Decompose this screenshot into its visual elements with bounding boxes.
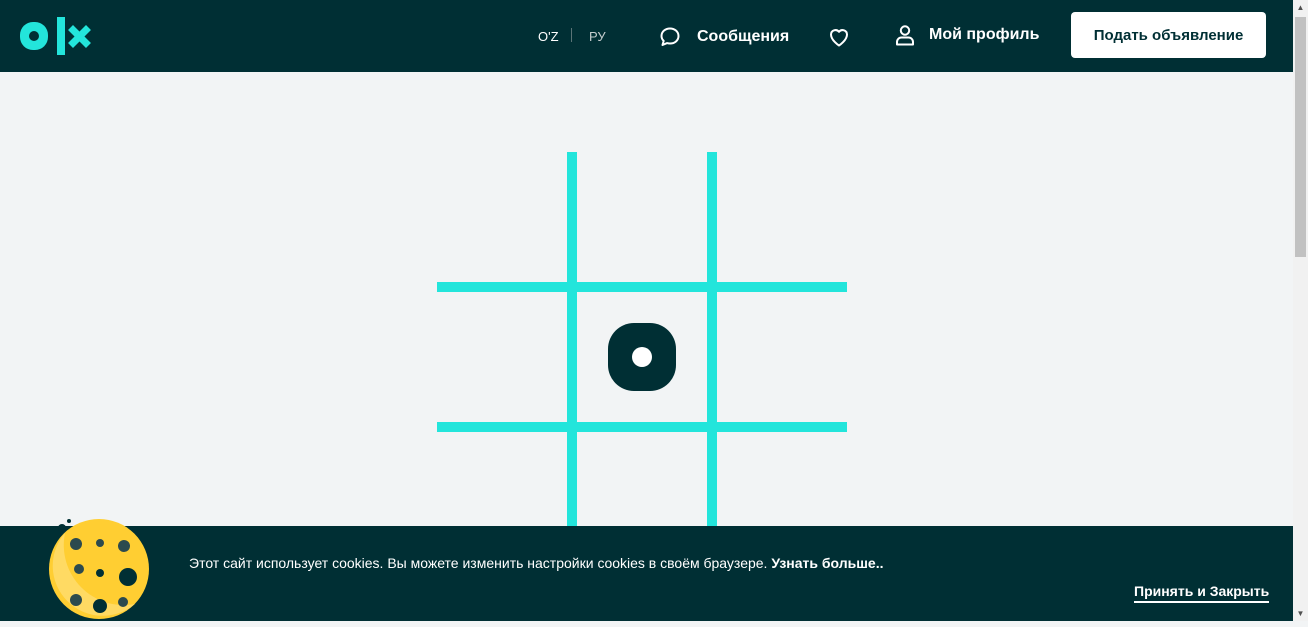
grid-line-horizontal-bottom xyxy=(437,422,847,432)
grid-line-vertical-right xyxy=(707,152,717,532)
post-ad-button[interactable]: Подать объявление xyxy=(1071,12,1266,58)
chat-bubble-icon xyxy=(658,25,682,49)
o-mark-icon xyxy=(608,323,676,391)
lang-uz[interactable]: O'Z xyxy=(538,29,559,44)
cookie-icon xyxy=(46,516,152,622)
lang-divider xyxy=(571,28,572,42)
learn-more-link[interactable]: Узнать больше.. xyxy=(771,555,883,571)
messages-link[interactable]: Сообщения xyxy=(658,24,789,50)
tic-tac-toe-illustration xyxy=(437,152,847,532)
cookie-text: Этот сайт использует cookies. Вы можете … xyxy=(189,555,768,571)
grid-line-vertical-left xyxy=(567,152,577,532)
scrollbar[interactable]: ▲ ▼ xyxy=(1293,0,1308,621)
messages-label: Сообщения xyxy=(697,28,790,45)
cookie-message: Этот сайт использует cookies. Вы можете … xyxy=(189,555,883,571)
cookie-banner: Этот сайт использует cookies. Вы можете … xyxy=(0,519,1293,621)
scroll-up-icon[interactable]: ▲ xyxy=(1293,0,1308,15)
favorites-button[interactable] xyxy=(827,24,851,50)
olx-logo[interactable] xyxy=(18,16,92,56)
scroll-down-icon[interactable]: ▼ xyxy=(1293,606,1308,621)
user-icon xyxy=(893,23,917,47)
heart-icon xyxy=(827,25,851,49)
scroll-thumb[interactable] xyxy=(1295,17,1306,257)
lang-ru[interactable]: РУ xyxy=(589,29,606,44)
profile-label: Мой профиль xyxy=(929,26,1040,43)
header: O'Z РУ Сообщения Мой профиль Подать объя… xyxy=(0,0,1293,72)
accept-cookies-button[interactable]: Принять и Закрыть xyxy=(1134,583,1270,603)
profile-link[interactable]: Мой профиль xyxy=(893,22,1039,48)
grid-line-horizontal-top xyxy=(437,282,847,292)
